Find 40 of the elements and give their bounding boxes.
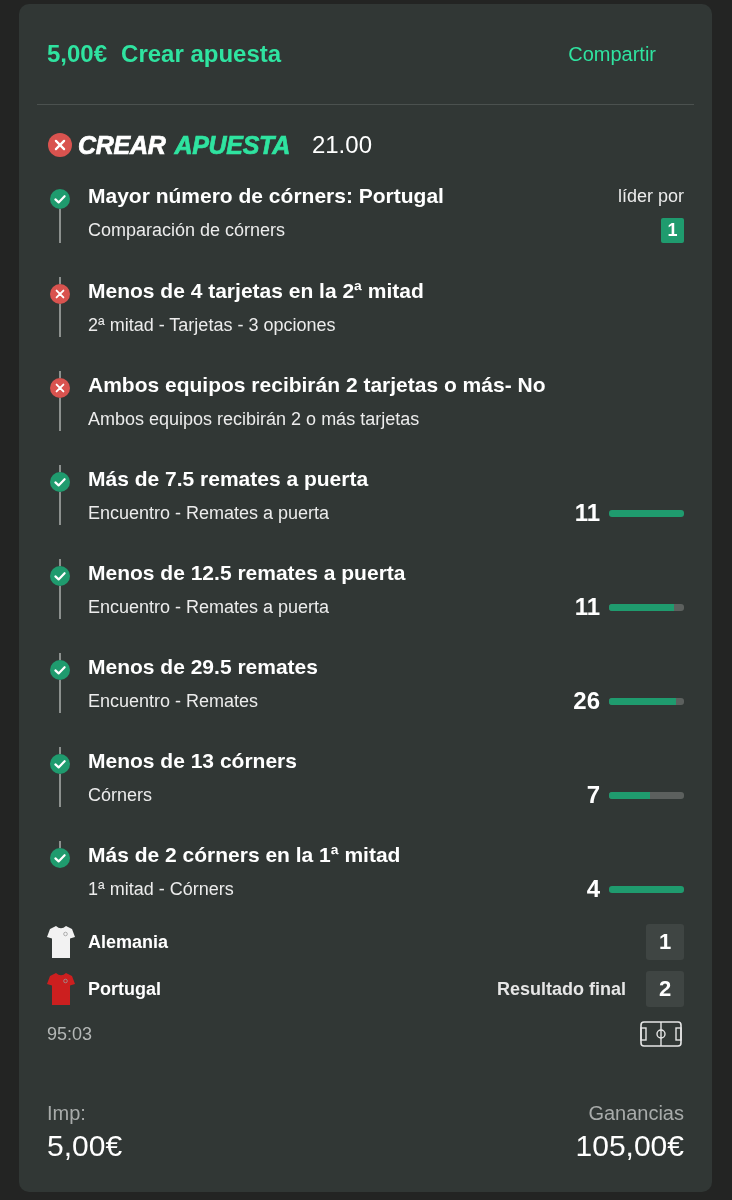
selection-market: 2ª mitad - Tarjetas - 3 opciones: [88, 314, 336, 337]
stat-value: 7: [586, 783, 600, 807]
lead-badge: 1: [661, 218, 684, 243]
selection-title: Ambos equipos recibirán 2 tarjetas o más- No: [88, 372, 546, 398]
result-label: Resultado final: [497, 978, 626, 1000]
team-score: 2: [646, 971, 684, 1007]
winnings-label: Ganancias: [588, 1101, 684, 1126]
winnings-amount: 105,00€: [575, 1128, 684, 1164]
selection-market: Comparación de córners: [88, 219, 286, 242]
selection-title: Mayor número de córners: Portugal: [88, 183, 444, 209]
stake-amount: 5,00€: [47, 40, 108, 68]
stat-value: 11: [574, 501, 600, 525]
share-link[interactable]: Compartir: [568, 42, 656, 66]
match-clock: 95:03: [47, 1023, 93, 1045]
selection-title: Menos de 29.5 remates: [88, 654, 318, 680]
stat-value: 4: [586, 877, 600, 901]
selection-title: Más de 2 córners en la 1ª mitad: [88, 842, 401, 868]
selection-market: Córners: [88, 784, 153, 807]
selection-title: Menos de 12.5 remates a puerta: [88, 560, 406, 586]
brand-word: APUESTA: [174, 130, 290, 160]
selection-market: Encuentro - Remates a puerta: [88, 596, 330, 619]
selection-market: Encuentro - Remates a puerta: [88, 502, 330, 525]
selection-title: Menos de 4 tarjetas en la 2ª mitad: [88, 278, 424, 304]
stake-amount: 5,00€: [47, 1128, 123, 1164]
selection-market: 1ª mitad - Córners: [88, 878, 234, 901]
selection-market: Encuentro - Remates: [88, 690, 259, 713]
lead-label: líder por: [617, 185, 684, 208]
pitch-icon[interactable]: [640, 1021, 682, 1047]
brand-word: CREAR: [78, 130, 166, 160]
stat-value: 11: [574, 595, 600, 619]
selection-title: Menos de 13 córners: [88, 748, 297, 774]
team-name: Alemania: [88, 931, 169, 953]
team-score: 1: [646, 924, 684, 960]
bet-title: Crear apuesta: [121, 40, 282, 68]
stat-value: 26: [573, 689, 600, 713]
stake-label: Imp:: [47, 1101, 86, 1126]
team-name: Portugal: [88, 978, 161, 1000]
selection-market: Ambos equipos recibirán 2 o más tarjetas: [88, 408, 420, 431]
total-odds: 21.00: [311, 131, 372, 159]
selection-title: Más de 7.5 remates a puerta: [88, 466, 369, 492]
